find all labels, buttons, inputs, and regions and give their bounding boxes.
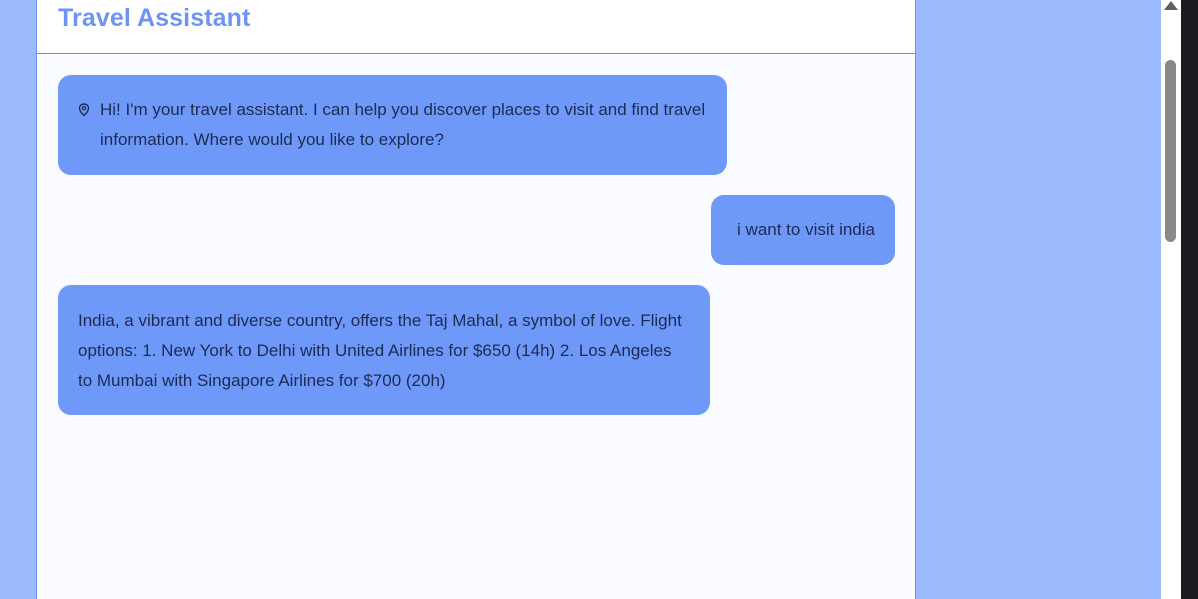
chat-header: Travel Assistant	[37, 0, 915, 54]
chat-panel: Travel Assistant Hi! I'm your travel ass…	[36, 0, 916, 599]
window-edge	[1181, 0, 1198, 599]
map-pin-icon	[78, 97, 90, 117]
page-title: Travel Assistant	[58, 4, 251, 32]
scroll-up-arrow-icon[interactable]	[1164, 1, 1178, 10]
message-text: India, a vibrant and diverse country, of…	[78, 311, 682, 390]
assistant-message: India, a vibrant and diverse country, of…	[58, 285, 710, 415]
message-text: Hi! I'm your travel assistant. I can hel…	[100, 100, 706, 149]
message-text: i want to visit india	[737, 220, 875, 239]
assistant-message: Hi! I'm your travel assistant. I can hel…	[58, 75, 727, 175]
user-message: i want to visit india	[711, 195, 895, 265]
scrollbar-thumb[interactable]	[1165, 60, 1176, 242]
